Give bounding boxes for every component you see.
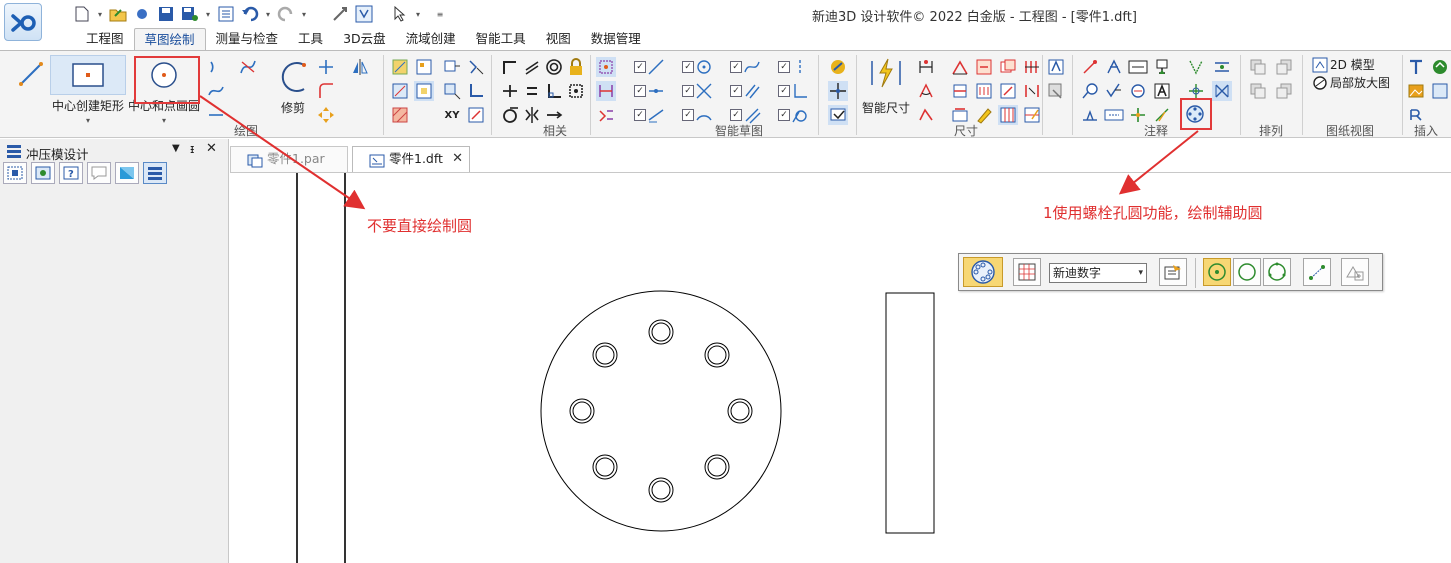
- annotation-arrow-left: [199, 95, 366, 210]
- style-table-button[interactable]: [1013, 258, 1041, 286]
- three-point-mode-button[interactable]: [1263, 258, 1291, 286]
- command-bar-separator: [1195, 258, 1196, 288]
- font-select[interactable]: 新迪数字 ▾: [1049, 263, 1147, 283]
- annotation-right-note: 1使用螺栓孔圆功能，绘制辅助圆: [1043, 204, 1263, 222]
- font-select-value: 新迪数字: [1053, 266, 1102, 280]
- properties-button[interactable]: [1159, 258, 1187, 286]
- bolt-hole-circle-button[interactable]: [963, 257, 1003, 287]
- chevron-down-icon: ▾: [1138, 268, 1143, 278]
- hole-count-button[interactable]: [1303, 258, 1331, 286]
- annotation-left-note: 不要直接绘制圆: [367, 217, 473, 235]
- radius-mode-button[interactable]: [1233, 258, 1261, 286]
- add-feature-button[interactable]: [1341, 258, 1369, 286]
- bolt-hole-command-bar: 新迪数字 ▾: [958, 253, 1383, 291]
- center-mode-button[interactable]: [1203, 258, 1231, 286]
- annotation-arrow-right: [1118, 130, 1199, 195]
